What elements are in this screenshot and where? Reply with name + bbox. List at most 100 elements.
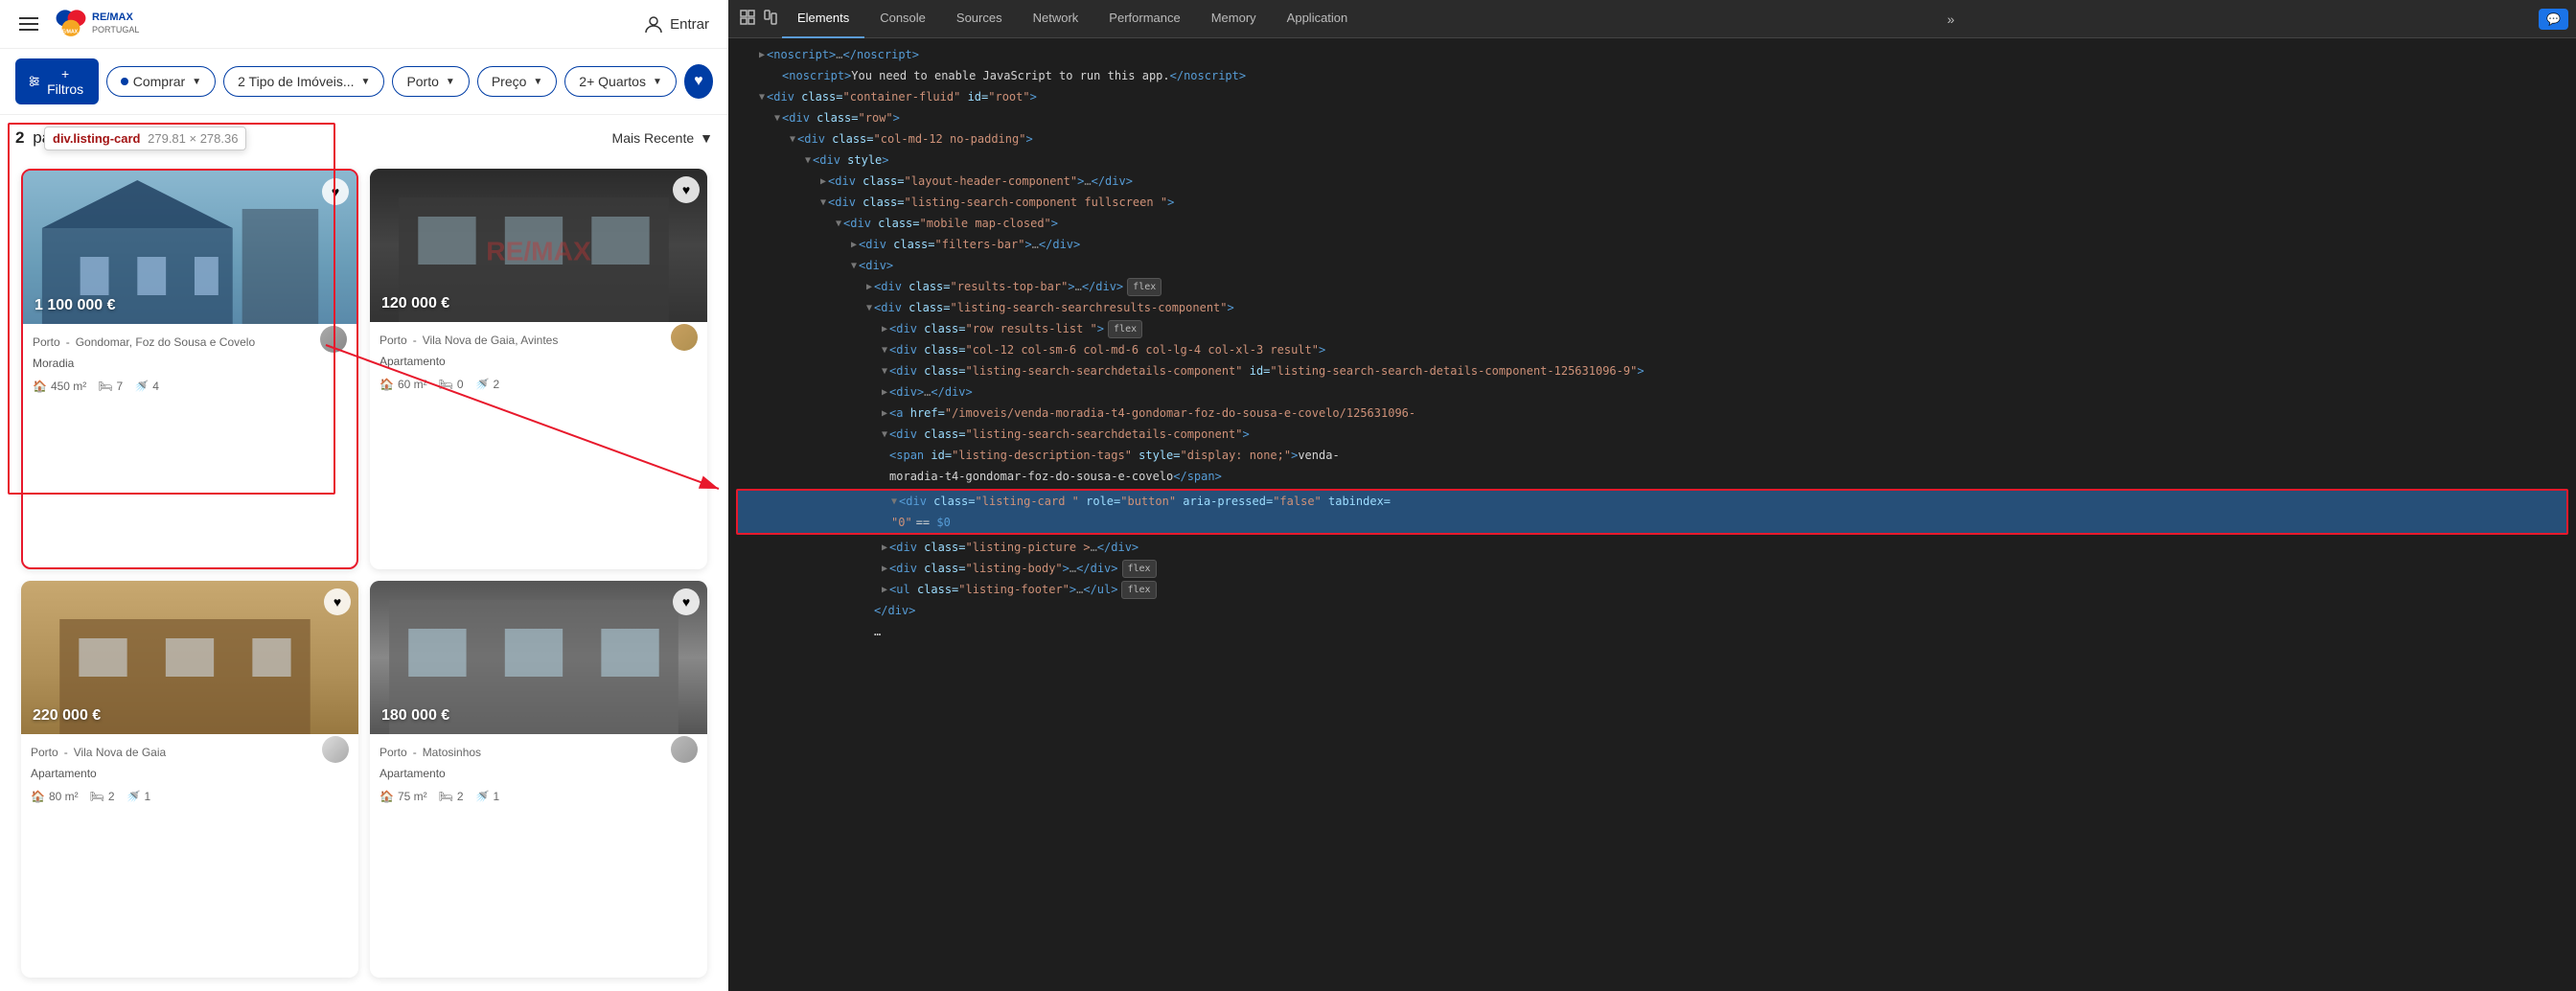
comprar-label: Comprar (133, 74, 185, 89)
dt-line-row[interactable]: <div class="row"> (728, 107, 2576, 128)
dt-arrow-23[interactable] (882, 540, 887, 556)
property-location-4: Porto - Matosinhos (380, 746, 481, 759)
dt-line-root[interactable]: <div class="container-fluid" id="root"> (728, 86, 2576, 107)
flex-badge-2: flex (1108, 320, 1142, 338)
dt-line-listing-search-results[interactable]: <div class="listing-search-searchresults… (728, 297, 2576, 318)
property-image-3: ♥ 220 000 € (21, 581, 358, 734)
dt-line-results-top-bar[interactable]: <div class="results-top-bar">…</div> fle… (728, 276, 2576, 297)
dt-arrow-1[interactable] (759, 47, 765, 63)
dt-arrow-6[interactable] (805, 152, 811, 169)
filtros-label: + Filtros (46, 66, 85, 97)
flex-badge-4: flex (1121, 581, 1156, 599)
property-grid: ♥ 1 100 000 € Porto - Gondomar, Foz do S… (0, 155, 728, 991)
dt-arrow-7[interactable] (820, 173, 826, 190)
dt-line-listing-card-cont[interactable]: "0"== $0 (738, 512, 2566, 533)
chat-button[interactable]: 💬 (2539, 9, 2568, 30)
porto-filter[interactable]: Porto ▼ (392, 66, 469, 97)
dt-arrow-11[interactable] (851, 258, 857, 274)
dt-arrow-8[interactable] (820, 195, 826, 211)
favorites-button[interactable]: ♥ (684, 64, 713, 99)
dt-line-row-results-list[interactable]: <div class="row results-list "> flex (728, 318, 2576, 339)
tab-performance[interactable]: Performance (1093, 0, 1195, 38)
dt-line-div-dots[interactable]: <div>…</div> (728, 381, 2576, 403)
dt-line-listing-footer[interactable]: <ul class="listing-footer">…</ul> flex (728, 579, 2576, 600)
dt-arrow-24[interactable] (882, 561, 887, 577)
dt-line-div-style[interactable]: <div style> (728, 150, 2576, 171)
tab-sources[interactable]: Sources (941, 0, 1018, 38)
dt-line-div-close[interactable]: </div> (728, 600, 2576, 621)
hamburger-icon[interactable] (19, 17, 38, 31)
site-header: RE/MAX RE/MAXPORTUGAL Entrar (0, 0, 728, 49)
tab-memory[interactable]: Memory (1196, 0, 1272, 38)
dt-arrow-17[interactable] (882, 384, 887, 401)
more-tabs-button[interactable]: » (1944, 8, 1959, 31)
dt-arrow-22[interactable] (891, 494, 897, 510)
dt-line-searchdetails[interactable]: <div class="listing-search-searchdetails… (728, 360, 2576, 381)
filtros-button[interactable]: + Filtros (15, 58, 99, 104)
dt-arrow-27 (866, 624, 872, 640)
dt-line-noscript-1[interactable]: <noscript>…</noscript> (728, 44, 2576, 65)
dt-arrow-9[interactable] (836, 216, 841, 232)
property-baths-1: 🚿 4 (134, 380, 159, 393)
dt-line-layout-header[interactable]: <div class="layout-header-component">…</… (728, 171, 2576, 192)
dt-line-noscript-2[interactable]: <noscript>You need to enable JavaScript … (728, 65, 2576, 86)
filter-icon (29, 75, 40, 88)
dt-line-filters-bar[interactable]: <div class="filters-bar">…</div> (728, 234, 2576, 255)
dt-arrow-25[interactable] (882, 582, 887, 598)
dt-arrow-13[interactable] (866, 300, 872, 316)
dt-line-searchdetails-2[interactable]: <div class="listing-search-searchdetails… (728, 424, 2576, 445)
tab-application[interactable]: Application (1272, 0, 1364, 38)
dt-line-div-open[interactable]: <div> (728, 255, 2576, 276)
dt-arrow-3[interactable] (759, 89, 765, 105)
dt-line-mobile[interactable]: <div class="mobile map-closed"> (728, 213, 2576, 234)
dt-line-span-tags-2[interactable]: moradia-t4-gondomar-foz-do-sousa-e-covel… (728, 466, 2576, 487)
tipo-filter[interactable]: 2 Tipo de Imóveis... ▼ (223, 66, 384, 97)
property-card-1[interactable]: ♥ 1 100 000 € Porto - Gondomar, Foz do S… (21, 169, 358, 569)
inspect-element-button[interactable] (736, 6, 759, 32)
property-heart-2[interactable]: ♥ (673, 176, 700, 203)
dt-line-span-tags[interactable]: <span id="listing-description-tags" styl… (728, 445, 2576, 466)
property-heart-1[interactable]: ♥ (322, 178, 349, 205)
bed-icon-3: 🛏 (90, 790, 104, 803)
dt-line-col-result[interactable]: <div class="col-12 col-sm-6 col-md-6 col… (728, 339, 2576, 360)
dt-arrow-4[interactable] (774, 110, 780, 127)
tab-console[interactable]: Console (864, 0, 941, 38)
comprar-filter[interactable]: Comprar ▼ (106, 66, 216, 97)
dt-arrow-16[interactable] (882, 363, 887, 380)
quartos-filter[interactable]: 2+ Quartos ▼ (564, 66, 677, 97)
dt-line-listing-search[interactable]: <div class="listing-search-component ful… (728, 192, 2576, 213)
property-beds-1: 🛏 7 (98, 380, 123, 393)
dt-line-listing-card[interactable]: <div class="listing-card " role="button"… (738, 491, 2566, 512)
tab-elements[interactable]: Elements (782, 0, 864, 38)
preco-label: Preço (492, 74, 527, 89)
website-panel: RE/MAX RE/MAXPORTUGAL Entrar (0, 0, 728, 991)
mobile-view-button[interactable] (759, 6, 782, 32)
inspect-icon (740, 10, 755, 25)
dt-arrow-15[interactable] (882, 342, 887, 358)
dt-arrow-12[interactable] (866, 279, 872, 295)
property-heart-3[interactable]: ♥ (324, 588, 351, 615)
property-price-1: 1 100 000 € (34, 297, 116, 314)
tab-network[interactable]: Network (1018, 0, 1094, 38)
dt-arrow-18[interactable] (882, 405, 887, 422)
bath-icon-4: 🚿 (475, 790, 490, 803)
dt-line-listing-picture[interactable]: <div class="listing-picture >…</div> (728, 537, 2576, 558)
preco-filter[interactable]: Preço ▼ (477, 66, 557, 97)
dt-line-col-md-12[interactable]: <div class="col-md-12 no-padding"> (728, 128, 2576, 150)
property-heart-4[interactable]: ♥ (673, 588, 700, 615)
property-footer-1: 🏠 450 m² 🛏 7 🚿 4 (23, 376, 356, 401)
dt-line-div-dots-end[interactable]: … (728, 621, 2576, 642)
property-agent-3 (322, 736, 349, 763)
property-card-2[interactable]: RE/MAX ♥ 120 000 € Porto - Vila Nova de … (370, 169, 707, 569)
entrar-button[interactable]: Entrar (643, 13, 709, 35)
property-card-4[interactable]: ♥ 180 000 € Porto - Matosinhos Apartamen… (370, 581, 707, 978)
dt-arrow-19[interactable] (882, 426, 887, 443)
red-border-box: <div class="listing-card " role="button"… (736, 489, 2568, 535)
dt-line-anchor[interactable]: <a href="/imoveis/venda-moradia-t4-gondo… (728, 403, 2576, 424)
property-card-3[interactable]: ♥ 220 000 € Porto - Vila Nova de Gaia Ap… (21, 581, 358, 978)
dt-line-listing-body[interactable]: <div class="listing-body">…</div> flex (728, 558, 2576, 579)
dt-arrow-14[interactable] (882, 321, 887, 337)
dt-arrow-10[interactable] (851, 237, 857, 253)
sort-button[interactable]: Mais Recente ▼ (612, 130, 713, 146)
dt-arrow-5[interactable] (790, 131, 795, 148)
